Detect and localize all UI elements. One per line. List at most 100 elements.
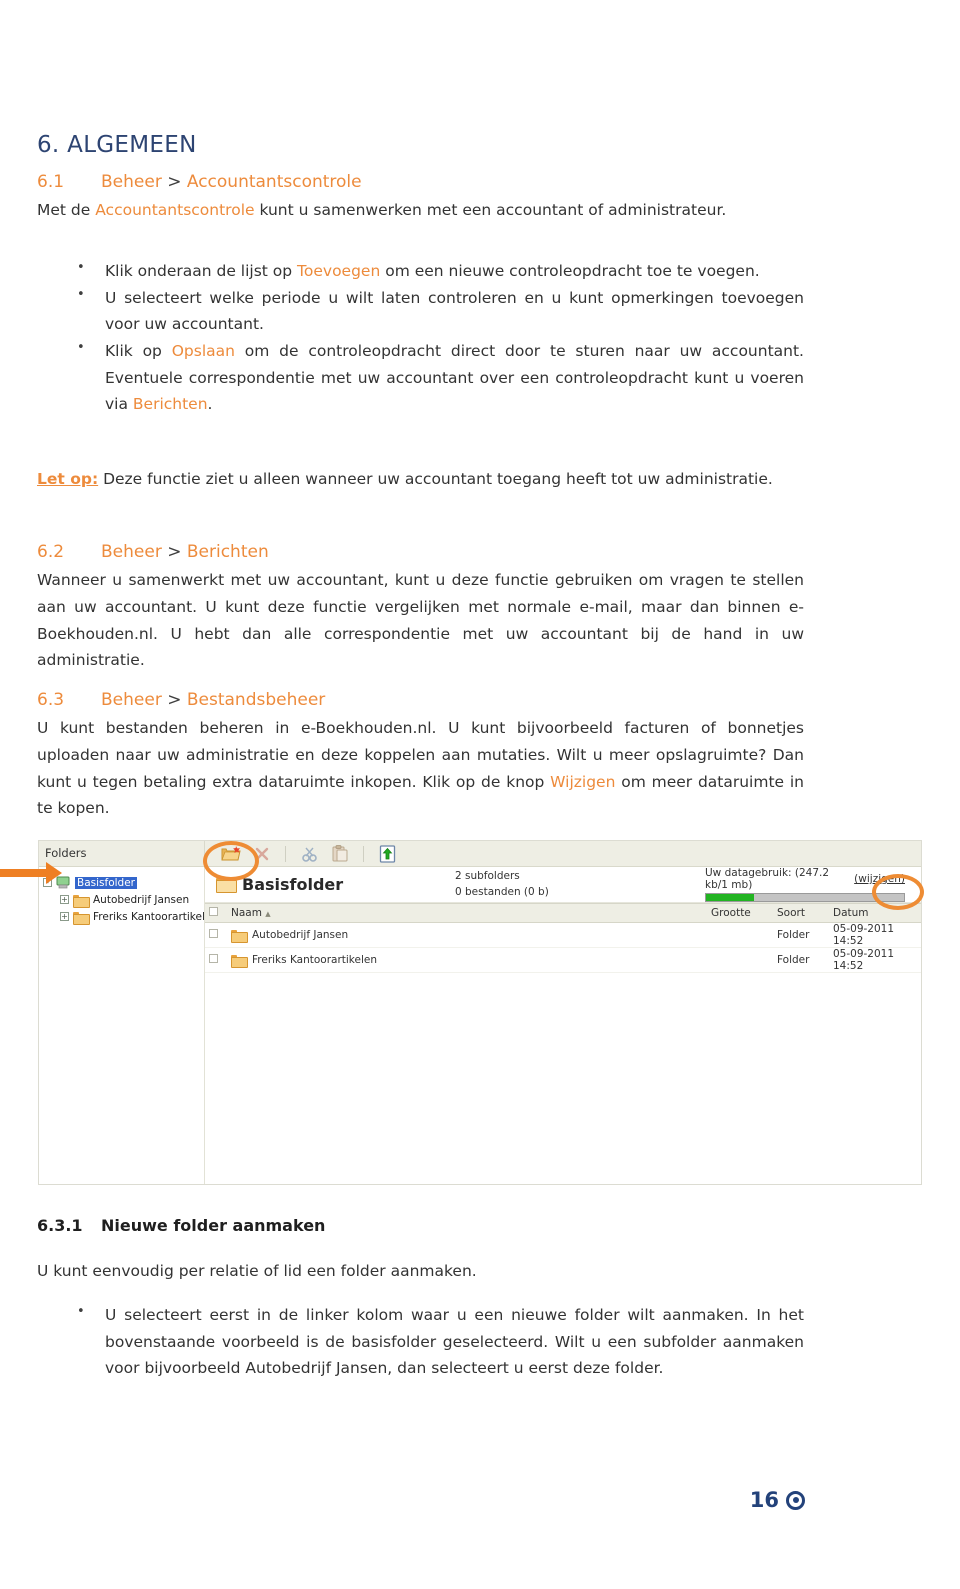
cut-scissors-icon [301,847,317,862]
note-paragraph: Let op: Deze functie ziet u alleen wanne… [37,466,804,493]
row-checkbox[interactable] [209,929,218,938]
select-all-checkbox[interactable] [209,907,218,916]
delete-icon [255,847,269,860]
section-6-3-1-paragraph: U kunt eenvoudig per relatie of lid een … [37,1262,477,1280]
table-row[interactable]: Freriks Kantoorartikelen Folder 05-09-20… [205,947,921,973]
section-6-3-1-number: 6.3.1 [37,1216,83,1235]
paste-button[interactable] [328,843,352,865]
folder-counts: 2 subfolders 0 bestanden (0 b) [455,869,705,899]
row-checkbox-cell[interactable] [205,922,227,948]
list-item: Klik onderaan de lijst op Toevoegen om e… [37,257,804,285]
row-kind-cell: Folder [773,922,829,948]
section-6-1-separator: > [167,172,182,192]
file-manager-topbar: Folders [39,841,921,867]
folder-header: Basisfolder 2 subfolders 0 bestanden (0 … [205,867,921,903]
bullet-2-text: U selecteert welke periode u wilt laten … [105,288,804,334]
intro-text-b: kunt u samenwerken met een accountant of… [254,201,727,220]
list-item: U selecteert welke periode u wilt laten … [37,284,804,338]
usage-label: Uw datagebruik: (247.2 kb/1 mb) [705,867,830,891]
section-6-2-separator: > [167,542,182,562]
section-6-3-separator: > [167,690,182,710]
new-folder-icon [221,846,241,861]
section-6-2-number: 6.2 [37,542,65,562]
current-folder-name: Basisfolder [242,875,344,894]
tree-item-label: Freriks Kantoorartikelen [93,910,219,923]
tree-item-label: Autobedrijf Jansen [93,893,190,906]
intro-text-a: Met de [37,201,96,220]
section-6-3: 6.3 Beheer > Bestandsbeheer U kunt bestan… [37,686,804,822]
bullet-3-link-opslaan: Opslaan [171,341,235,360]
tree-item-label: Basisfolder [75,876,137,889]
table-header-row: Naam ▲ Grootte Soort Datum [205,903,921,923]
section-6-2-title-beheer: Beheer [101,542,162,562]
file-manager-body: - Basisfolder + Autobedrijf Jansen + Fre… [39,867,921,1184]
bullet-3-text-a: Klik op [105,341,172,360]
section-6-1-title-beheer: Beheer [101,172,162,192]
row-size-cell [707,922,773,948]
section-6-3-1-body: U kunt eenvoudig per relatie of lid een … [37,1258,804,1285]
section-6-1-number: 6.1 [37,172,65,192]
bullet-1-text-a: Klik onderaan de lijst op [105,262,298,280]
row-name-label: Autobedrijf Jansen [252,929,349,941]
note-text: Deze functie ziet u alleen wanneer uw ac… [98,470,773,488]
folder-icon [73,894,90,908]
page-title: 6. ALGEMEEN [37,132,197,158]
open-folder-icon [216,877,237,893]
new-folder-button[interactable] [219,843,243,865]
column-label-naam: Naam [231,907,262,919]
tree-expander-plus-icon[interactable]: + [60,895,69,904]
list-item: U selecteert eerst in de linker kolom wa… [37,1301,804,1382]
section-6-3-1-title: Nieuwe folder aanmaken [101,1216,326,1235]
row-date-cell: 05-09-2011 14:52 [829,947,921,973]
section-6-2-title-berichten: Berichten [186,542,269,562]
usage-top-row: Uw datagebruik: (247.2 kb/1 mb) (wijzige… [705,867,905,891]
select-all-header[interactable] [205,903,227,923]
brand-logo-icon [786,1490,805,1510]
row-name-cell: Autobedrijf Jansen [227,922,707,948]
bullet-3-link-berichten: Berichten [132,395,208,414]
cut-button[interactable] [297,843,321,865]
folder-tree-pane: - Basisfolder + Autobedrijf Jansen + Fre… [39,867,218,1184]
section-6-2-heading: 6.2 Beheer > Berichten [37,538,804,567]
folder-content-pane: Basisfolder 2 subfolders 0 bestanden (0 … [205,867,921,1184]
section-6-1-heading: 6.1 Beheer > Accountantscontrole [37,168,804,197]
bullet-1-text-b: om een nieuwe controleopdracht toe te vo… [380,262,760,280]
bullet-1-link-toevoegen: Toevoegen [297,262,381,280]
document-page: 6. ALGEMEEN 6.1 Beheer > Accountantscontr… [0,0,960,1589]
column-header-soort[interactable]: Soort [773,903,829,923]
data-usage-widget: Uw datagebruik: (247.2 kb/1 mb) (wijzige… [705,867,921,902]
toolbar-divider [285,845,286,862]
bullet-3-text-c: . [207,395,213,414]
tree-expander-minus-icon[interactable]: - [43,878,52,887]
section-6-3-link-wijzigen: Wijzigen [550,772,616,791]
tree-expander-plus-icon[interactable]: + [60,912,69,921]
upload-icon [379,844,395,863]
usage-change-link[interactable]: (wijzigen) [854,873,905,885]
column-header-naam[interactable]: Naam ▲ [227,903,707,923]
row-name-cell: Freriks Kantoorartikelen [227,947,707,973]
tree-item-autobedrijf-jansen[interactable]: + Autobedrijf Jansen [43,891,204,908]
tree-item-freriks-kantoorartikelen[interactable]: + Freriks Kantoorartikelen [43,908,218,925]
row-date-cell: 05-09-2011 14:52 [829,922,921,948]
current-folder-title: Basisfolder [205,875,455,894]
computer-folder-icon [56,876,70,889]
intro-link-accountantscontrole: Accountantscontrole [95,201,255,220]
table-row[interactable]: Autobedrijf Jansen Folder 05-09-2011 14:… [205,922,921,948]
usage-progress-fill [706,894,754,901]
folder-icon [231,929,248,943]
column-header-grootte[interactable]: Grootte [707,903,773,923]
section-6-1-note: Let op: Deze functie ziet u alleen wanne… [37,466,804,493]
folder-icon [73,911,90,925]
upload-button[interactable] [375,843,399,865]
tree-item-basisfolder[interactable]: - Basisfolder [43,874,204,891]
sort-asc-icon: ▲ [265,910,271,918]
row-checkbox[interactable] [209,954,218,963]
section-6-3-1-bullet-list: U selecteert eerst in de linker kolom wa… [37,1301,804,1382]
file-manager-screenshot: Folders - Basisfolder + Autobedrijf Jans… [38,840,922,1185]
section-6-3-body: U kunt bestanden beheren in e-Boekhouden… [37,715,804,822]
section-6-1: 6.1 Beheer > Accountantscontrole Met de A… [37,168,804,224]
page-number-value: 16 [749,1488,779,1512]
column-header-datum[interactable]: Datum [829,903,921,923]
row-checkbox-cell[interactable] [205,947,227,973]
delete-button[interactable] [250,843,274,865]
